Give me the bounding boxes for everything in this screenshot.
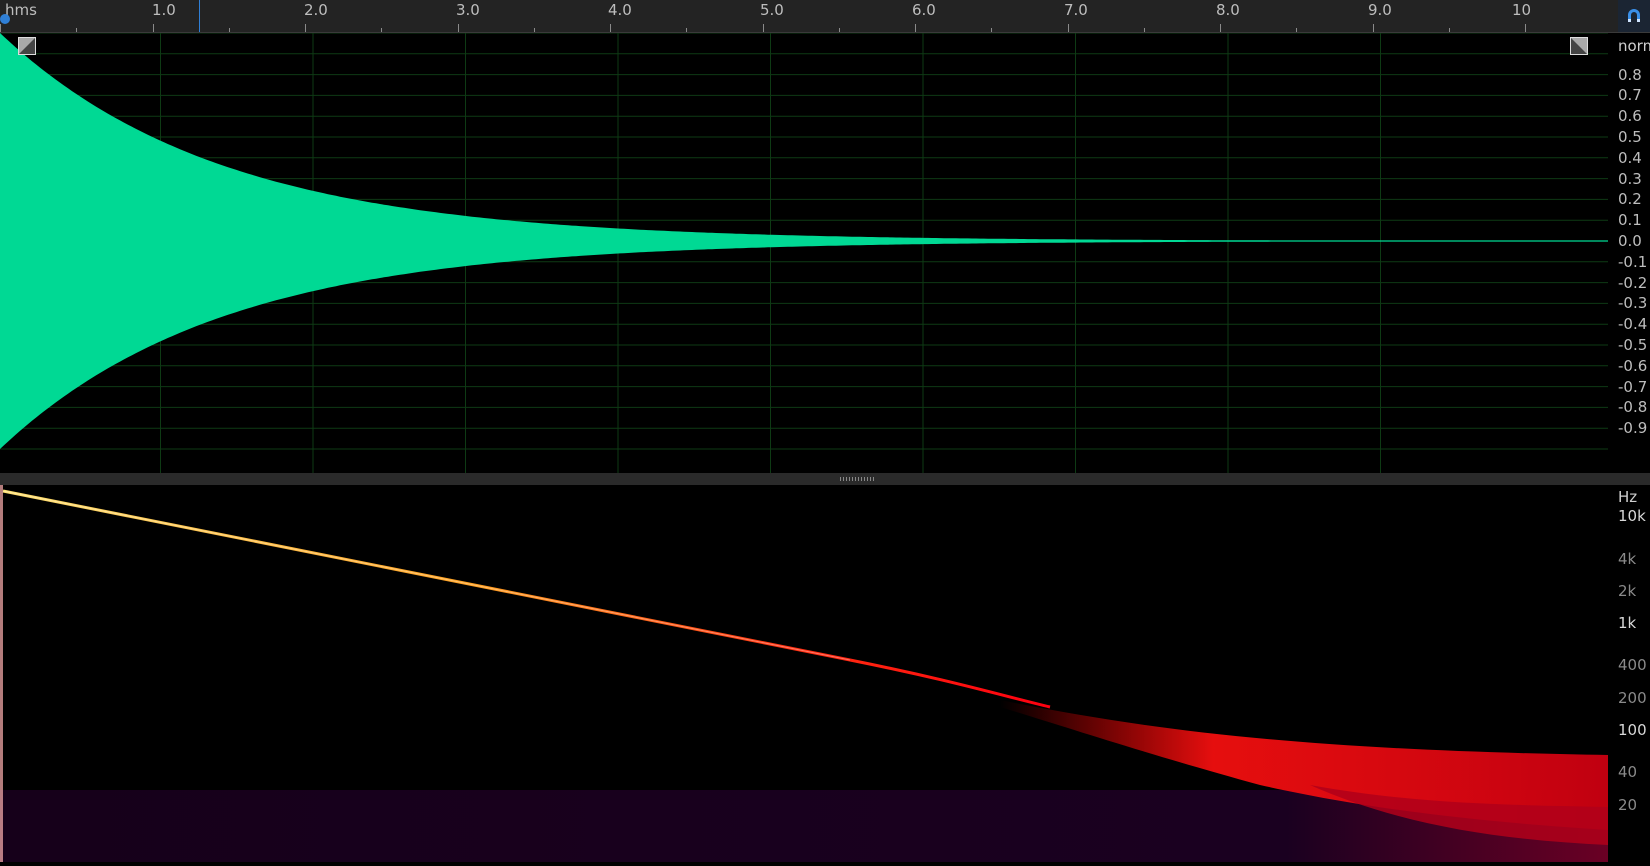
ruler-tick [1525,24,1526,32]
amplitude-label: -0.6 [1618,356,1648,375]
ruler-tick [381,28,382,32]
ruler-cursor [199,0,200,32]
amplitude-label: 0.0 [1618,232,1642,250]
frequency-label: 40 [1618,763,1638,781]
ruler-label: 3.0 [456,1,480,19]
amplitude-label: 0.6 [1618,107,1642,126]
ruler-label: 7.0 [1064,1,1088,19]
ruler-tick [1296,28,1297,32]
ruler-tick [610,24,611,32]
ruler-tick [991,28,992,32]
fade-in-handle-icon[interactable] [18,37,36,55]
amplitude-label: -0.4 [1618,315,1648,334]
ruler-unit-label: hms [5,1,37,19]
frequency-label: 200 [1618,689,1647,707]
ruler-tick [534,28,535,32]
amplitude-label: 0.4 [1618,148,1642,167]
ruler-tick [1449,28,1450,32]
amplitude-label: 0.2 [1618,190,1642,209]
amplitude-label: 0.3 [1618,169,1642,188]
ruler-label: 8.0 [1216,1,1240,19]
ruler-tick [1373,24,1374,32]
sine-sweep-highlight [2,490,851,661]
amplitude-label: -0.2 [1618,273,1648,292]
amplitude-label: -0.8 [1618,398,1648,417]
ruler-tick [1220,24,1221,32]
ruler-label: 1.0 [152,1,176,19]
time-ruler[interactable]: hms 1.0 2.0 3.0 4.0 5.0 6.0 7.0 8.0 9.0 … [0,0,1650,33]
ruler-tick [915,24,916,32]
frequency-label: 1k [1618,614,1637,632]
fade-out-handle-icon[interactable] [1570,37,1588,55]
amplitude-label: 0.8 [1618,65,1642,84]
ruler-tick [686,28,687,32]
waveform-display [0,32,1608,473]
panel-divider[interactable] [0,473,1650,485]
ruler-tick [1144,28,1145,32]
spectrogram-panel[interactable] [0,485,1608,862]
amplitude-label: -0.1 [1618,252,1648,271]
frequency-label: 4k [1618,550,1637,568]
frequency-label: 10k [1618,507,1646,525]
ruler-tick [153,24,154,32]
sine-sweep-line [2,489,1051,709]
amplitude-label: -0.3 [1618,294,1648,313]
frequency-scale[interactable]: Hz 10k 4k 2k 1k 400 200 100 40 20 [1608,485,1650,862]
ruler-label: 2.0 [304,1,328,19]
ruler-label: 5.0 [760,1,784,19]
frequency-label: 2k [1618,582,1637,600]
ruler-label: 10 [1512,1,1532,19]
playhead-marker[interactable] [0,14,10,24]
impulse-onset [0,485,3,862]
amplitude-scale[interactable]: norm 0.8 0.7 0.6 0.5 0.4 0.3 0.2 0.1 0.0 -0.1 -0.2… [1608,33,1650,473]
magnet-icon [1628,9,1640,22]
amplitude-label: 0.7 [1618,86,1642,105]
amplitude-unit-label: norm [1618,37,1650,55]
ruler-tick [458,24,459,32]
resize-grip-icon[interactable] [840,477,876,481]
amplitude-label: -0.9 [1618,419,1648,438]
ruler-tick [305,24,306,32]
amplitude-label: -0.7 [1618,377,1648,396]
frequency-unit-label: Hz [1618,488,1638,506]
ruler-label: 6.0 [912,1,936,19]
ruler-tick [229,28,230,32]
ruler-label: 4.0 [608,1,632,19]
ruler-tick [76,28,77,32]
amplitude-label: 0.1 [1618,211,1642,230]
ruler-tick [839,28,840,32]
spectrogram-display [0,485,1608,862]
frequency-label: 100 [1618,721,1647,739]
ruler-tick [763,24,764,32]
frequency-label: 400 [1618,656,1647,674]
waveform-panel[interactable] [0,32,1608,473]
ruler-label: 9.0 [1368,1,1392,19]
amplitude-label: 0.5 [1618,128,1642,146]
ruler-tick [1068,24,1069,32]
snap-button[interactable] [1618,0,1650,32]
amplitude-label: -0.5 [1618,336,1648,354]
ruler-tick [0,24,1,32]
frequency-label: 20 [1618,796,1638,814]
